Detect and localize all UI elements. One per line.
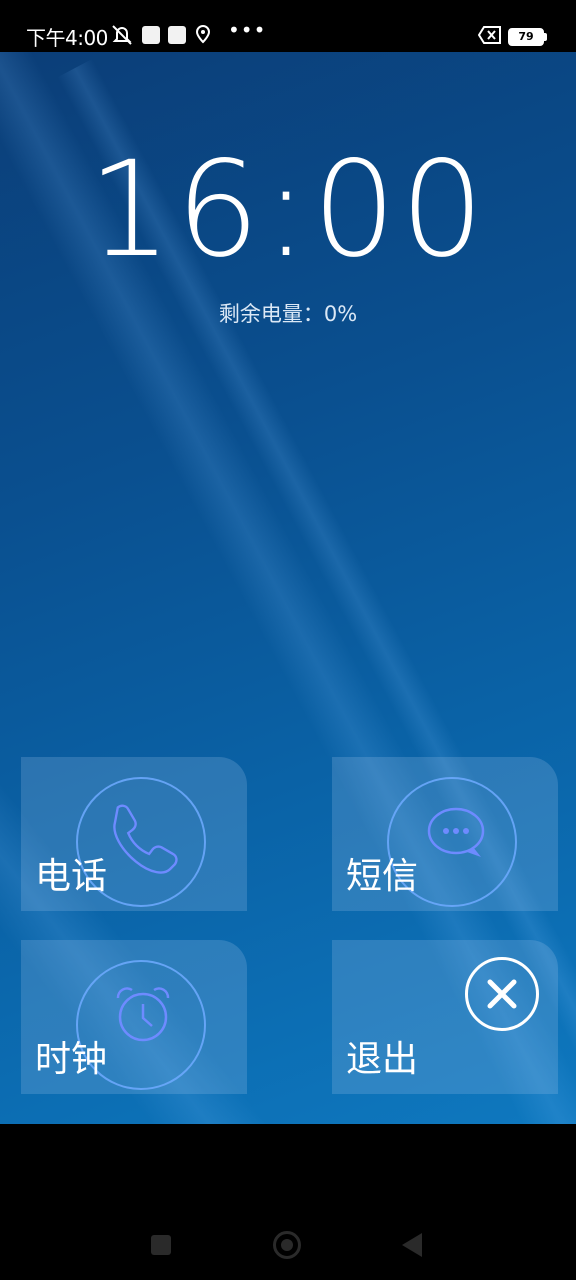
battery-level: 79 (510, 30, 542, 44)
sms-tile[interactable]: 短信 (332, 757, 558, 911)
notification-square-icon (142, 26, 160, 44)
clock-label: 时钟 (35, 1039, 108, 1080)
lock-screen-wallpaper: 16:00 剩余电量：0% 电话 短信 时钟 退出 (0, 52, 576, 1124)
notification-square-icon (168, 26, 186, 44)
mute-icon (112, 25, 132, 45)
clock-tile[interactable]: 时钟 (21, 940, 247, 1094)
sms-label: 短信 (346, 856, 419, 897)
status-time: 下午4:00 (26, 26, 108, 50)
screen: 下午4:00 ••• 79 16:00 剩余电量：0% 电话 短信 时钟 退出 (0, 0, 576, 1280)
battery-remaining-text: 剩余电量：0% (218, 302, 358, 326)
phone-tile[interactable]: 电话 (21, 757, 247, 911)
status-bar: 下午4:00 ••• 79 (0, 0, 576, 52)
exit-button[interactable] (465, 957, 539, 1031)
exit-label: 退出 (346, 1039, 419, 1080)
battery-icon: 79 (508, 28, 547, 46)
clock-time: 16:00 (87, 133, 489, 287)
recent-apps-button[interactable] (151, 1235, 171, 1255)
home-button[interactable] (273, 1231, 301, 1259)
back-button[interactable] (402, 1233, 422, 1257)
exit-tile[interactable]: 退出 (332, 940, 558, 1094)
more-dots-icon: ••• (228, 18, 267, 42)
phone-label: 电话 (35, 856, 108, 897)
location-icon (196, 25, 210, 44)
navigation-bar (0, 1124, 576, 1280)
close-icon (487, 979, 517, 1009)
sim-none-icon (478, 26, 501, 44)
